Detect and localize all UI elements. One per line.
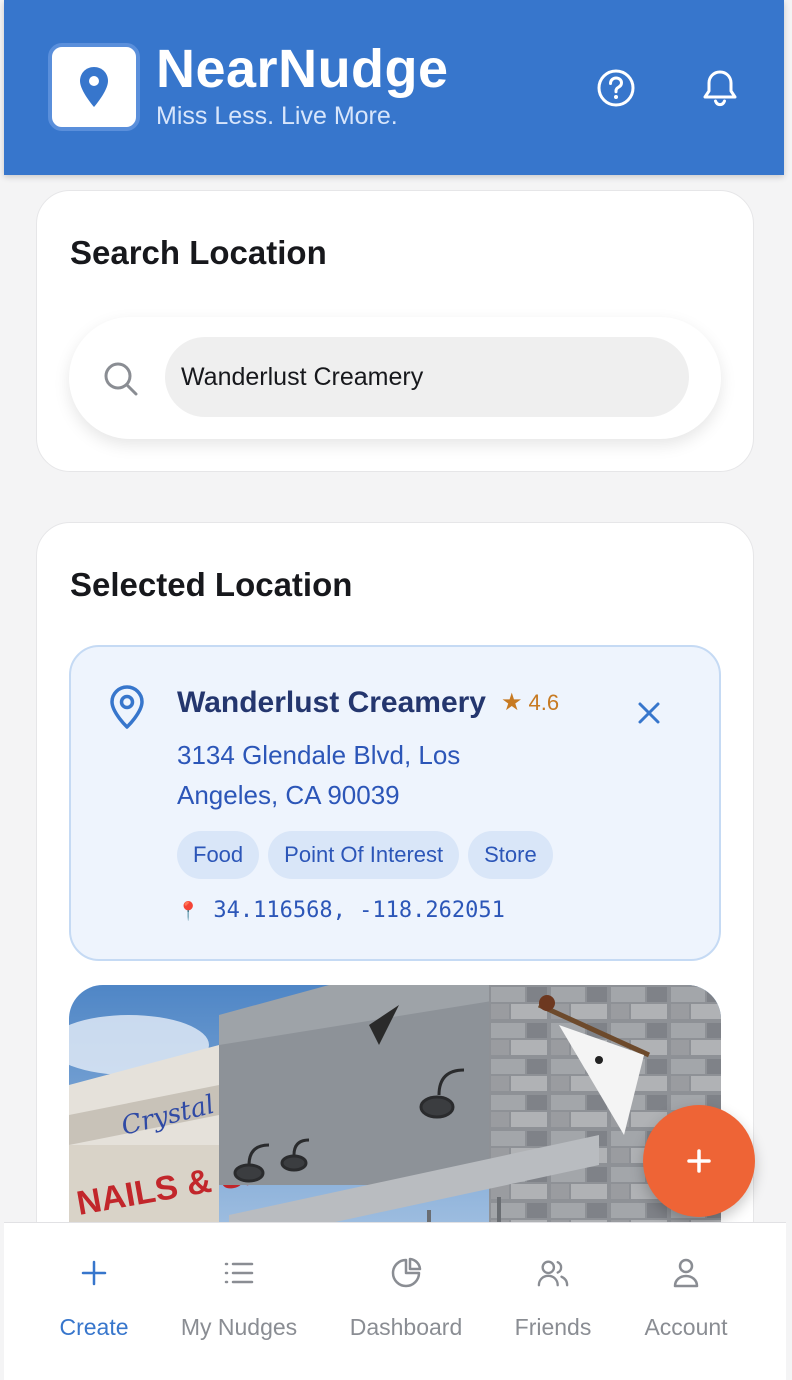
location-rating: ★ 4.6 [501,687,559,719]
selected-location-title: Selected Location [70,566,353,603]
help-icon [597,69,635,107]
bottom-navigation: Create My Nudges Dashboard Friends Accou… [4,1222,786,1380]
search-location-title: Search Location [70,234,327,271]
nav-account-label: Account [644,1314,728,1340]
nav-account[interactable]: Account [630,1223,742,1380]
person-icon [670,1257,702,1289]
rating-value: 4.6 [528,690,560,715]
nav-friends[interactable]: Friends [498,1223,608,1380]
search-input[interactable]: Wanderlust Creamery [165,337,689,417]
pie-chart-icon [390,1257,422,1289]
nav-friends-label: Friends [514,1314,592,1340]
tag-chip: Store [468,831,553,879]
location-tags: Food Point Of Interest Store [177,831,553,879]
app-logo [48,43,140,131]
bell-icon [703,70,737,107]
nav-my-nudges[interactable]: My Nudges [164,1223,314,1380]
search-location-card: Search Location Wanderlust Creamery [36,190,754,472]
nav-dashboard-label: Dashboard [349,1314,463,1340]
nav-dashboard[interactable]: Dashboard [336,1223,476,1380]
nav-create[interactable]: Create [34,1223,154,1380]
plus-icon [687,1149,711,1173]
nav-my-nudges-label: My Nudges [180,1314,298,1340]
location-name: Wanderlust Creamery [177,686,486,719]
location-address: 3134 Glendale Blvd, Los Angeles, CA 9003… [177,740,461,810]
app-header: NearNudge Miss Less. Live More. [4,0,784,175]
map-pin-icon [105,683,149,731]
pushpin-icon: 📍 [177,901,200,922]
location-details-panel: Wanderlust Creamery ★ 4.6 3134 Glendale B… [69,645,721,961]
help-button[interactable] [590,62,642,114]
star-icon: ★ [501,689,523,716]
app-name: NearNudge [156,39,449,99]
search-icon [101,359,141,399]
search-box: Wanderlust Creamery [69,317,721,439]
plus-icon [78,1257,110,1289]
location-pin-logo-icon [80,67,108,107]
app-screen: NearNudge Miss Less. Live More. Search L… [0,0,792,1380]
list-icon [223,1257,255,1289]
add-nudge-fab[interactable] [643,1105,755,1217]
location-coordinates: 📍 34.116568, -118.262051 [177,895,505,928]
people-icon [537,1257,569,1289]
clear-location-button[interactable] [631,695,667,731]
tag-chip: Point Of Interest [268,831,460,879]
coordinates-value: 34.116568, -118.262051 [213,898,505,923]
tag-chip: Food [177,831,260,879]
app-tagline: Miss Less. Live More. [156,102,398,130]
notifications-button[interactable] [694,62,746,114]
close-icon [638,702,660,724]
nav-create-label: Create [59,1314,129,1340]
